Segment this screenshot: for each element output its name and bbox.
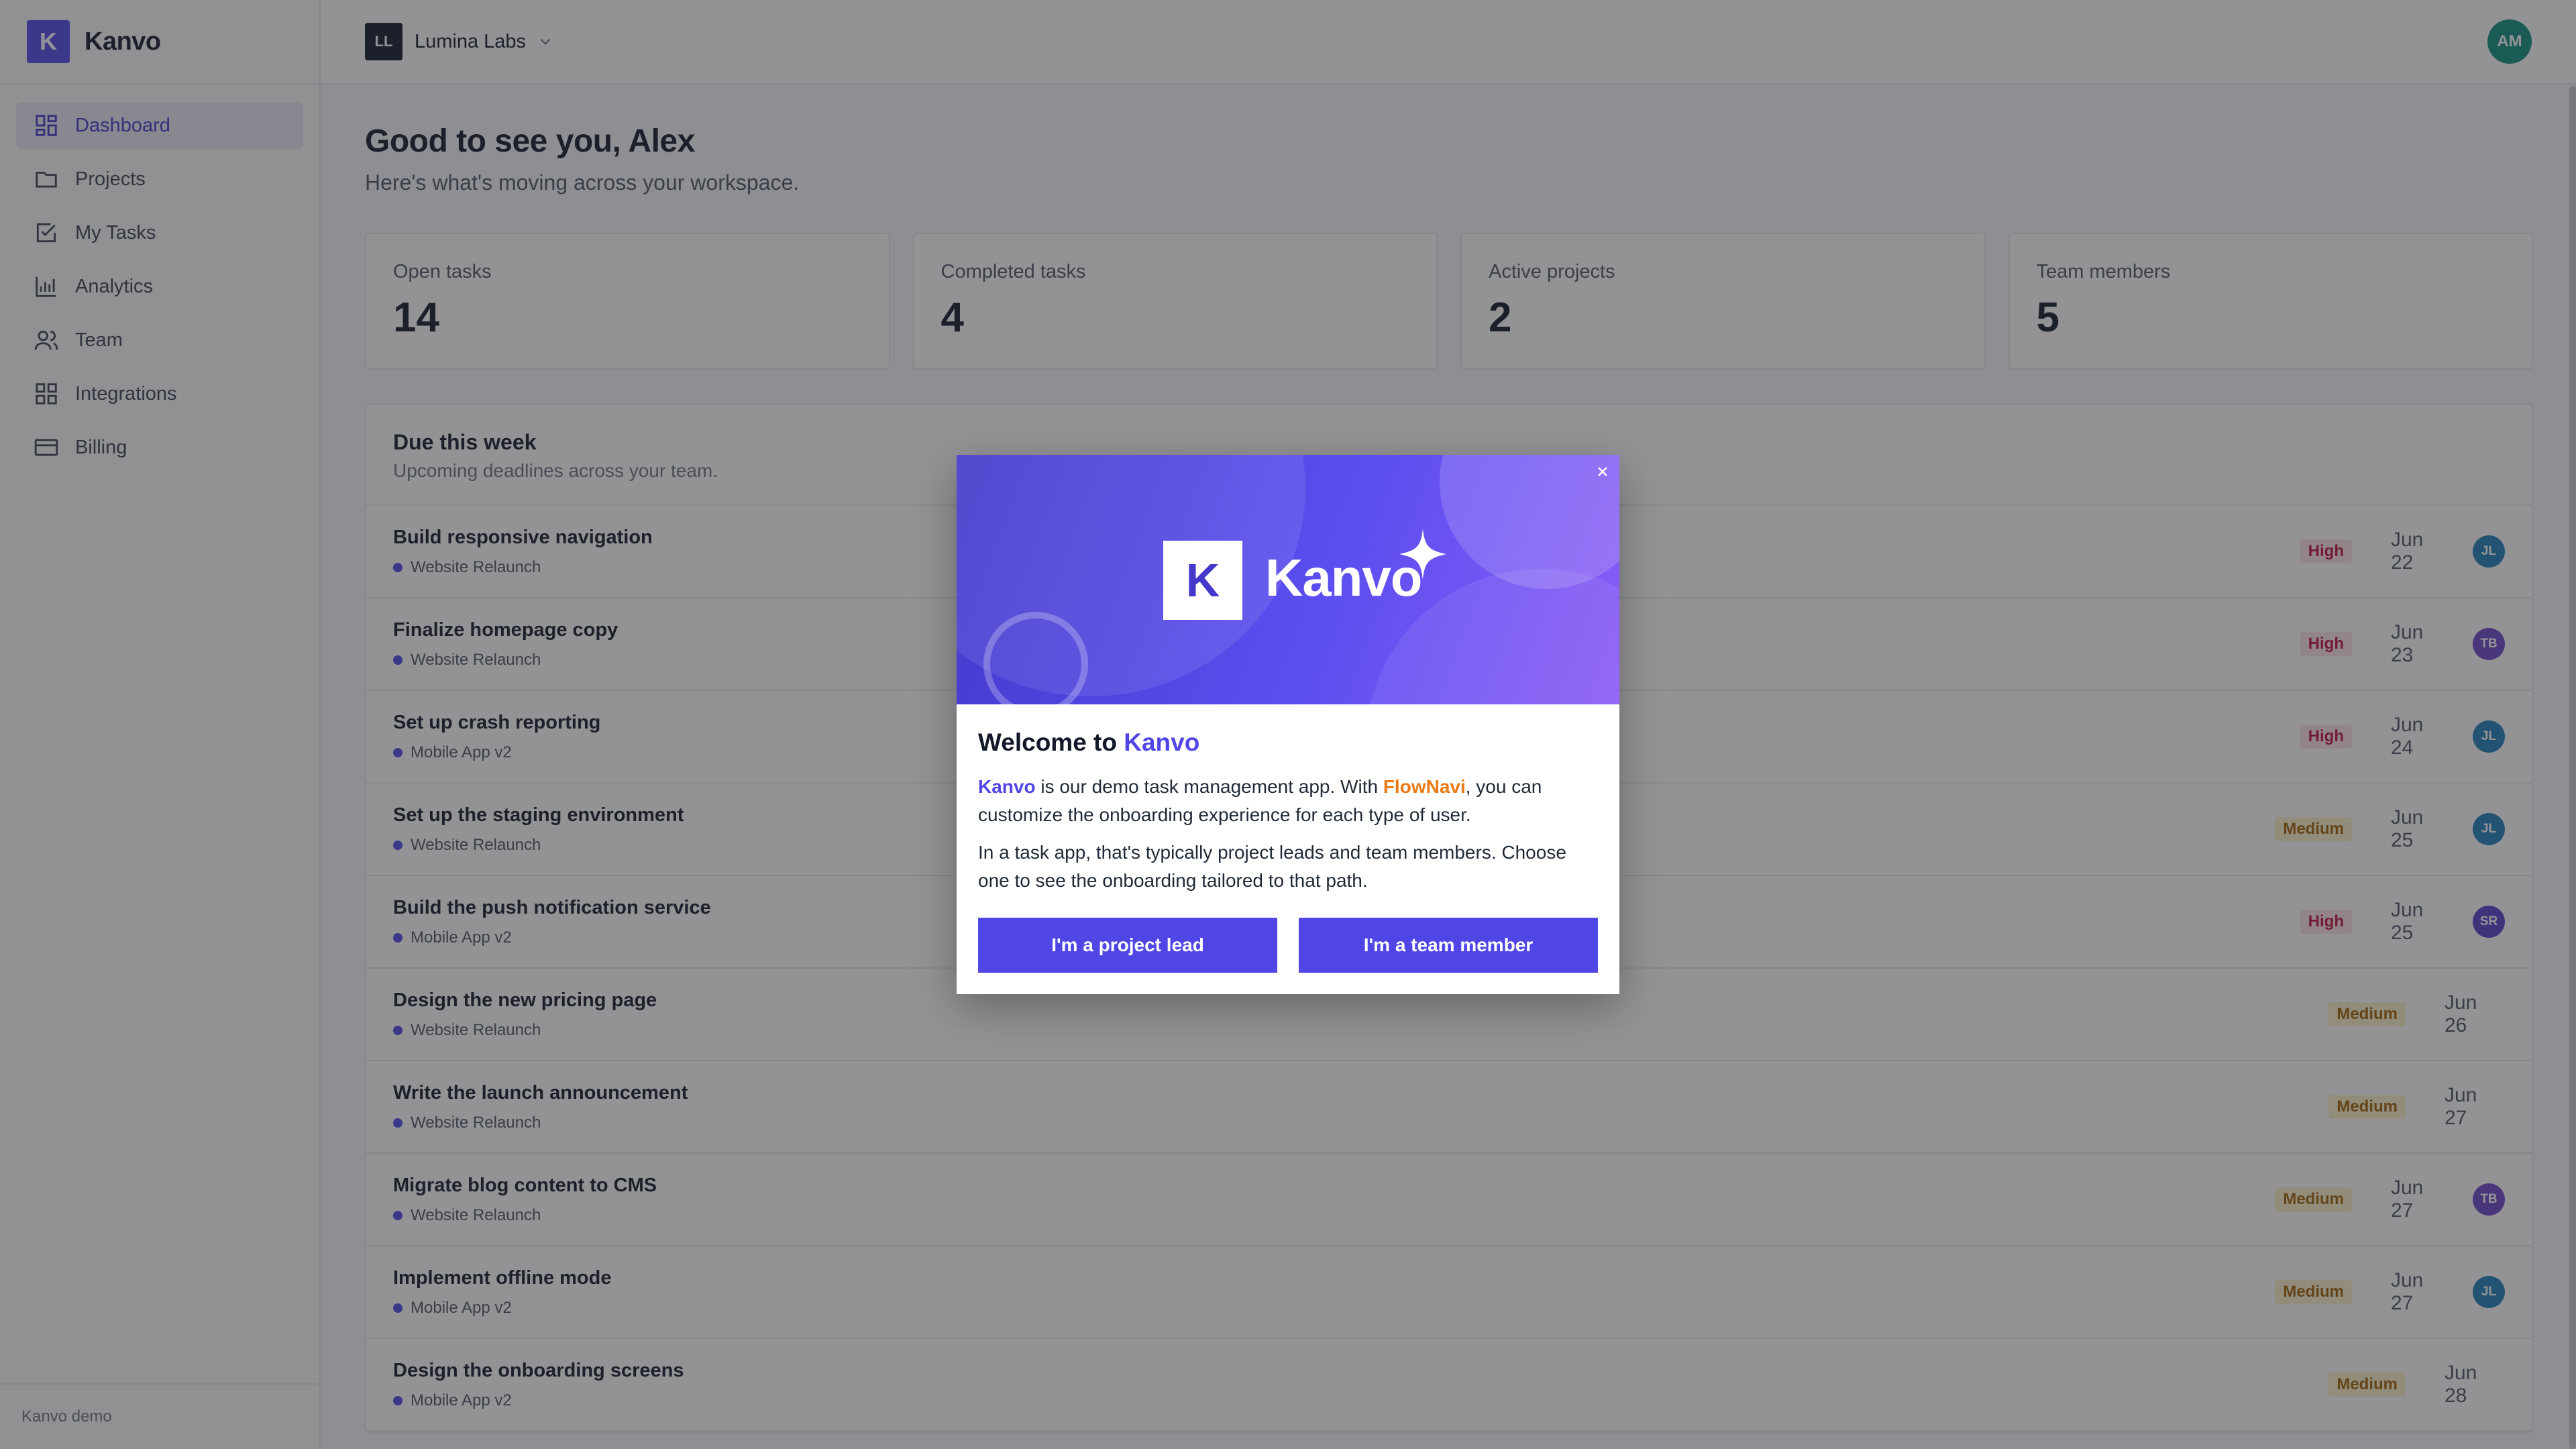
close-button[interactable] (1590, 459, 1615, 484)
modal-title-accent: Kanvo (1124, 729, 1200, 756)
sparkle-icon (1399, 529, 1446, 580)
modal-title: Welcome to Kanvo (978, 729, 1598, 757)
brand-word: Kanvo (978, 776, 1036, 797)
modal-actions: I'm a project lead I'm a team member (978, 918, 1598, 973)
flownavi-word: FlowNavi (1383, 776, 1466, 797)
team-member-button[interactable]: I'm a team member (1299, 918, 1598, 973)
hero-app-name: Kanvo (1265, 548, 1422, 607)
modal-paragraph-2: In a task app, that's typically project … (978, 842, 1566, 891)
modal-paragraph-1: Kanvo is our demo task management app. W… (978, 773, 1598, 829)
modal-title-prefix: Welcome to (978, 729, 1124, 756)
hero-logo-icon: K (1163, 541, 1242, 620)
modal-hero: K Kanvo (957, 455, 1619, 704)
close-icon (1598, 467, 1607, 476)
modal-body: Welcome to Kanvo Kanvo is our demo task … (957, 704, 1619, 973)
para-text: is our demo task management app. With (1035, 776, 1383, 797)
project-lead-button[interactable]: I'm a project lead (978, 918, 1277, 973)
welcome-modal: K Kanvo Welcome to Kanvo Kanvo is our de… (957, 455, 1619, 994)
